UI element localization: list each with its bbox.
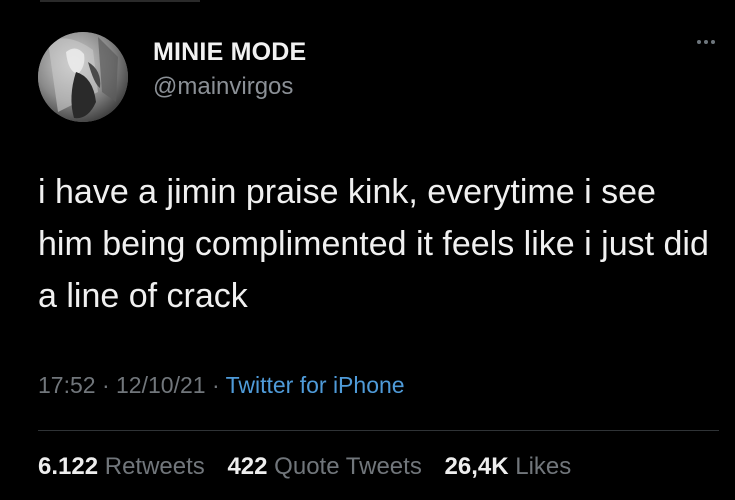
likes-count: 26,4K — [444, 453, 509, 480]
quote-tweets-stat[interactable]: 422 Quote Tweets — [227, 453, 428, 480]
avatar-image-icon — [38, 32, 128, 122]
tweet-text: i have a jimin praise kink, everytime i … — [38, 173, 709, 315]
quote-tweets-label: Quote Tweets — [274, 453, 422, 480]
separator: · — [101, 372, 110, 398]
more-options-icon[interactable] — [697, 40, 715, 44]
likes-stat[interactable]: 26,4K Likes — [445, 453, 572, 480]
avatar[interactable] — [38, 32, 128, 122]
dot — [697, 40, 701, 44]
user-info: MINIE MODE @mainvirgos — [153, 38, 306, 101]
separator: · — [211, 372, 220, 398]
tweet-stats: 6.122 Retweets 422 Quote Tweets 26,4K Li… — [38, 453, 587, 481]
tweet-date[interactable]: 12/10/21 — [116, 372, 206, 398]
retweets-label: Retweets — [104, 453, 205, 480]
quote-tweets-count: 422 — [227, 453, 268, 480]
tweet-header: MINIE MODE @mainvirgos — [38, 32, 306, 122]
tweet-meta: 17:52 · 12/10/21 · Twitter for iPhone — [38, 372, 405, 399]
retweets-count: 6.122 — [38, 453, 99, 480]
divider — [38, 430, 719, 431]
dot — [711, 40, 715, 44]
tweet-source-link[interactable]: Twitter for iPhone — [226, 372, 405, 398]
handle[interactable]: @mainvirgos — [153, 73, 306, 101]
top-divider — [40, 0, 200, 2]
likes-label: Likes — [515, 453, 572, 480]
tweet-time[interactable]: 17:52 — [38, 372, 96, 398]
display-name[interactable]: MINIE MODE — [153, 38, 306, 67]
retweets-stat[interactable]: 6.122 Retweets — [38, 453, 211, 480]
dot — [704, 40, 708, 44]
tweet-card: MINIE MODE @mainvirgos i have a jimin pr… — [0, 0, 735, 500]
